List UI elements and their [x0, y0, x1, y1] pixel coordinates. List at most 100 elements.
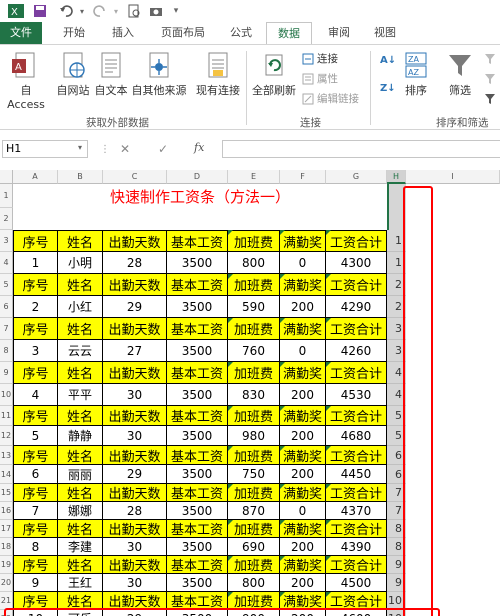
payslip-header-cell[interactable]: 工资合计 — [326, 556, 387, 574]
payslip-data-cell[interactable]: 750 — [228, 465, 280, 484]
row-header-18[interactable]: 18 — [0, 538, 13, 556]
payslip-data-cell[interactable]: 5 — [13, 426, 58, 446]
payslip-header-cell[interactable]: 满勤奖 — [280, 362, 326, 384]
payslip-header-cell[interactable]: 出勤天数 — [103, 446, 167, 465]
payslip-data-cell[interactable]: 800 — [228, 574, 280, 592]
payslip-header-cell[interactable]: 加班费 — [228, 406, 280, 426]
payslip-data-cell[interactable]: 娜娜 — [58, 502, 103, 520]
payslip-data-cell[interactable]: 30 — [103, 574, 167, 592]
payslip-header-cell[interactable]: 基本工资 — [167, 230, 228, 252]
payslip-data-cell[interactable]: 0 — [280, 502, 326, 520]
payslip-header-cell[interactable]: 基本工资 — [167, 484, 228, 502]
payslip-data-cell[interactable]: 3500 — [167, 340, 228, 362]
column-header-d[interactable]: D — [167, 170, 228, 184]
payslip-header-cell[interactable]: 姓名 — [58, 274, 103, 296]
payslip-data-cell[interactable]: 2 — [13, 296, 58, 318]
sheet-title[interactable]: 快速制作工资条（方法一） — [13, 184, 387, 208]
row-header-12[interactable]: 12 — [0, 426, 13, 446]
payslip-data-cell[interactable]: 4300 — [326, 252, 387, 274]
payslip-header-cell[interactable]: 工资合计 — [326, 274, 387, 296]
payslip-data-cell[interactable]: 4370 — [326, 502, 387, 520]
payslip-data-cell[interactable]: 200 — [280, 426, 326, 446]
payslip-header-cell[interactable]: 加班费 — [228, 556, 280, 574]
payslip-data-cell[interactable]: 200 — [280, 384, 326, 406]
tab-view[interactable]: 视图 — [366, 22, 404, 44]
row-header-2[interactable]: 2 — [0, 208, 13, 230]
payslip-data-cell[interactable]: 3500 — [167, 574, 228, 592]
tab-review[interactable]: 审阅 — [318, 22, 360, 44]
payslip-data-cell[interactable]: 870 — [228, 502, 280, 520]
connections-button[interactable]: 连接 — [302, 51, 338, 66]
payslip-header-cell[interactable]: 工资合计 — [326, 230, 387, 252]
name-box-dropdown-icon[interactable]: ▾ — [78, 143, 82, 152]
payslip-header-cell[interactable]: 满勤奖 — [280, 446, 326, 465]
payslip-data-cell[interactable]: 980 — [228, 426, 280, 446]
row-header-4[interactable]: 4 — [0, 252, 13, 274]
clear-filter-icon[interactable] — [484, 53, 496, 65]
payslip-header-cell[interactable]: 基本工资 — [167, 520, 228, 538]
payslip-data-cell[interactable]: 690 — [228, 538, 280, 556]
row-header-13[interactable]: 13 — [0, 446, 13, 465]
payslip-data-cell[interactable]: 3500 — [167, 426, 228, 446]
from-text-button[interactable]: 自文本 — [92, 51, 130, 98]
payslip-header-cell[interactable]: 序号 — [13, 318, 58, 340]
row-header-1[interactable]: 1 — [0, 184, 13, 208]
payslip-header-cell[interactable]: 序号 — [13, 446, 58, 465]
payslip-data-cell[interactable]: 3500 — [167, 502, 228, 520]
payslip-data-cell[interactable]: 7 — [13, 502, 58, 520]
sort-descending-icon[interactable]: Z↓ — [380, 83, 396, 94]
payslip-data-cell[interactable]: 4260 — [326, 340, 387, 362]
row-header-10[interactable]: 10 — [0, 384, 13, 406]
payslip-header-cell[interactable]: 姓名 — [58, 446, 103, 465]
payslip-header-cell[interactable]: 工资合计 — [326, 318, 387, 340]
payslip-data-cell[interactable]: 29 — [103, 296, 167, 318]
payslip-header-cell[interactable]: 满勤奖 — [280, 274, 326, 296]
payslip-data-cell[interactable]: 0 — [280, 340, 326, 362]
payslip-header-cell[interactable]: 满勤奖 — [280, 520, 326, 538]
payslip-data-cell[interactable]: 29 — [103, 465, 167, 484]
payslip-data-cell[interactable]: 4390 — [326, 538, 387, 556]
row-header-19[interactable]: 19 — [0, 556, 13, 574]
select-all-corner[interactable] — [0, 170, 13, 184]
payslip-header-cell[interactable]: 加班费 — [228, 274, 280, 296]
row-header-11[interactable]: 11 — [0, 406, 13, 426]
payslip-header-cell[interactable]: 满勤奖 — [280, 406, 326, 426]
enter-icon[interactable]: ✓ — [158, 142, 168, 156]
payslip-data-cell[interactable]: 李建 — [58, 538, 103, 556]
row-header-9[interactable]: 9 — [0, 362, 13, 384]
payslip-data-cell[interactable]: 3500 — [167, 252, 228, 274]
reapply-filter-icon[interactable] — [484, 73, 496, 85]
row-header-7[interactable]: 7 — [0, 318, 13, 340]
payslip-data-cell[interactable]: 800 — [228, 252, 280, 274]
payslip-header-cell[interactable]: 姓名 — [58, 484, 103, 502]
payslip-header-cell[interactable]: 序号 — [13, 484, 58, 502]
payslip-header-cell[interactable]: 基本工资 — [167, 318, 228, 340]
payslip-data-cell[interactable]: 27 — [103, 340, 167, 362]
payslip-data-cell[interactable]: 1 — [13, 252, 58, 274]
row-header-14[interactable]: 14 — [0, 465, 13, 484]
sort-ascending-icon[interactable]: A↓ — [380, 55, 396, 66]
row-header-15[interactable]: 15 — [0, 484, 13, 502]
advanced-filter-icon[interactable] — [484, 93, 496, 105]
payslip-data-cell[interactable]: 30 — [103, 384, 167, 406]
row-header-17[interactable]: 17 — [0, 520, 13, 538]
payslip-data-cell[interactable]: 9 — [13, 574, 58, 592]
payslip-data-cell[interactable]: 小明 — [58, 252, 103, 274]
payslip-header-cell[interactable]: 出勤天数 — [103, 362, 167, 384]
payslip-data-cell[interactable]: 3500 — [167, 465, 228, 484]
payslip-data-cell[interactable]: 静静 — [58, 426, 103, 446]
column-header-h[interactable]: H — [387, 170, 406, 184]
redo-dropdown-icon[interactable]: ▾ — [108, 3, 124, 19]
payslip-data-cell[interactable]: 0 — [280, 252, 326, 274]
payslip-data-cell[interactable]: 200 — [280, 465, 326, 484]
insert-function-icon[interactable]: fx — [194, 141, 204, 154]
payslip-header-cell[interactable]: 工资合计 — [326, 406, 387, 426]
payslip-header-cell[interactable]: 加班费 — [228, 362, 280, 384]
payslip-data-cell[interactable]: 云云 — [58, 340, 103, 362]
undo-icon[interactable] — [58, 3, 74, 19]
payslip-header-cell[interactable]: 姓名 — [58, 230, 103, 252]
payslip-header-cell[interactable]: 基本工资 — [167, 362, 228, 384]
payslip-data-cell[interactable]: 4450 — [326, 465, 387, 484]
sort-button[interactable]: ZA AZ 排序 — [398, 51, 434, 98]
payslip-data-cell[interactable]: 王红 — [58, 574, 103, 592]
